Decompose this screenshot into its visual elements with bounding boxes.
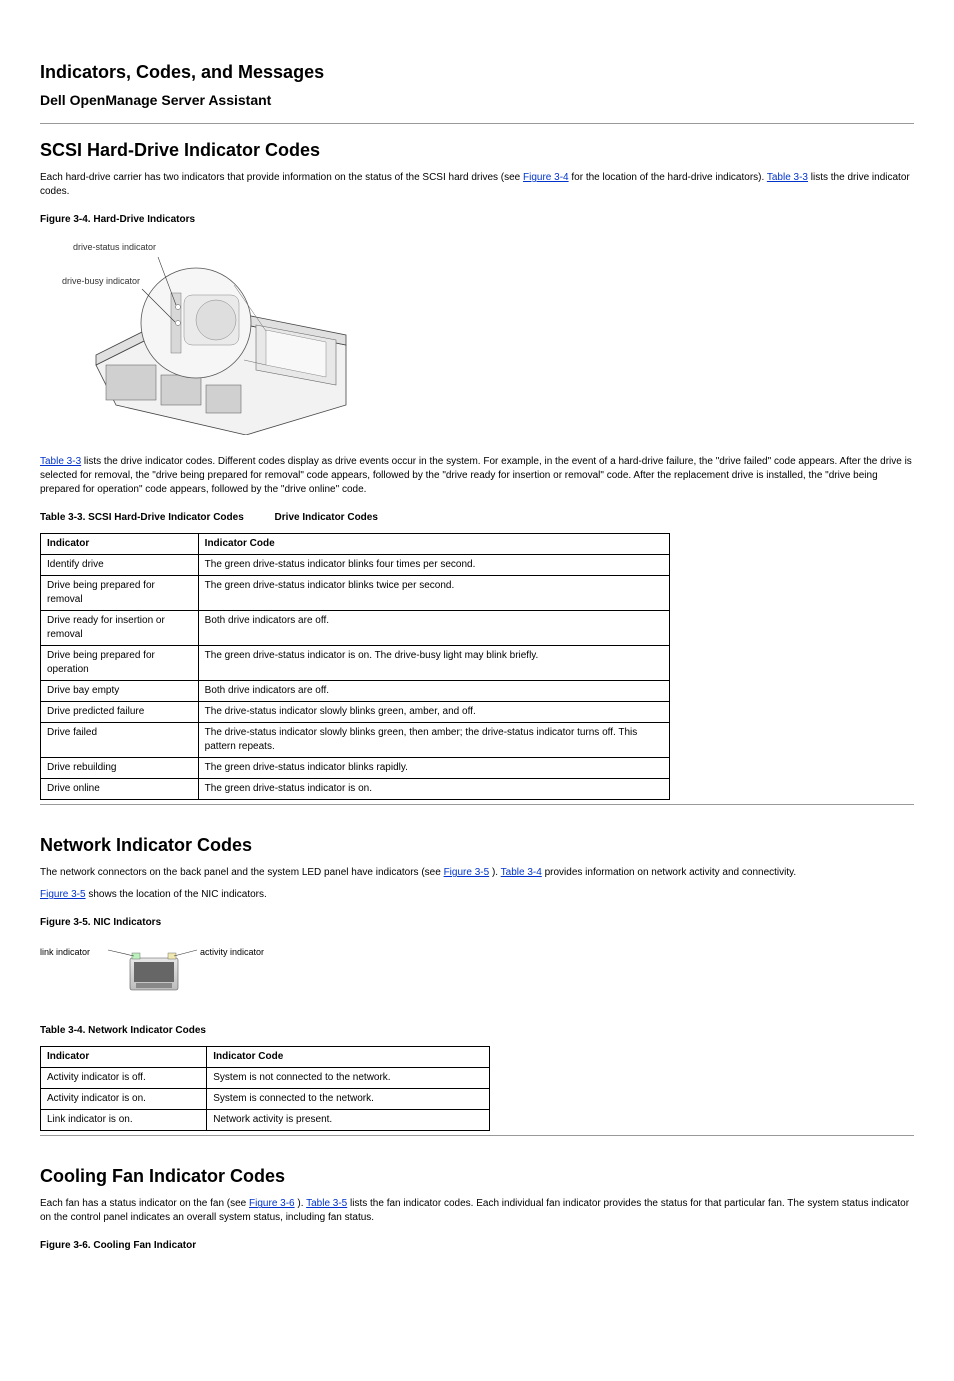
hard-drive-indicator-image: drive-status indicator drive-busy indica… <box>66 235 356 435</box>
divider <box>40 804 914 805</box>
table-header-indicator: Indicator <box>41 1047 207 1068</box>
scsi-paragraph-1: Each hard-drive carrier has two indicato… <box>40 171 914 199</box>
figure-3-5-link[interactable]: Figure 3-5 <box>444 867 490 878</box>
table-row: Drive being prepared for removalThe gree… <box>41 575 670 610</box>
table-row: Drive failedThe drive-status indicator s… <box>41 722 670 757</box>
table-header-indicator: Indicator <box>41 533 199 554</box>
section-heading-fan: Cooling Fan Indicator Codes <box>40 1164 914 1189</box>
table-row: Drive onlineThe green drive-status indic… <box>41 778 670 799</box>
table-3-3-link-2[interactable]: Table 3-3 <box>40 456 81 467</box>
section-heading-scsi: SCSI Hard-Drive Indicator Codes <box>40 138 914 163</box>
table-row: Link indicator is on.Network activity is… <box>41 1110 490 1131</box>
network-paragraph-1: The network connectors on the back panel… <box>40 866 914 880</box>
section-heading-network: Network Indicator Codes <box>40 833 914 858</box>
table-3-5-link[interactable]: Table 3-5 <box>306 1198 347 1209</box>
table-row: Activity indicator is on.System is conne… <box>41 1089 490 1110</box>
table-row: Drive predicted failureThe drive-status … <box>41 701 670 722</box>
fan-paragraph-1: Each fan has a status indicator on the f… <box>40 1197 914 1225</box>
table-header-code: Indicator Code <box>198 533 669 554</box>
text-fragment: shows the location of the NIC indicators… <box>88 889 266 900</box>
text-fragment: ). <box>492 867 501 878</box>
page-subtitle: Dell OpenManage Server Assistant <box>40 91 914 111</box>
table-3-4-caption: Table 3-4. Network Indicator Codes <box>40 1024 914 1038</box>
network-paragraph-2: Figure 3-5 shows the location of the NIC… <box>40 888 914 902</box>
figure-3-4-link[interactable]: Figure 3-4 <box>523 172 569 183</box>
drive-status-callout: drive-status indicator <box>56 241 156 254</box>
text-fragment: Each hard-drive carrier has two indicato… <box>40 172 523 183</box>
table-3-3-caption: Table 3-3. SCSI Hard-Drive Indicator Cod… <box>40 511 914 525</box>
table-3-4-link[interactable]: Table 3-4 <box>501 867 542 878</box>
figure-3-4-caption: Figure 3-4. Hard-Drive Indicators <box>40 213 914 227</box>
table-row: Drive ready for insertion or removalBoth… <box>41 610 670 645</box>
text-fragment: for the location of the hard-drive indic… <box>571 172 766 183</box>
table-row: Drive being prepared for operationThe gr… <box>41 645 670 680</box>
activity-indicator-callout: activity indicator <box>200 946 264 959</box>
table-row: Identify driveThe green drive-status ind… <box>41 554 670 575</box>
drive-busy-callout: drive-busy indicator <box>40 275 140 288</box>
table-row: Drive rebuildingThe green drive-status i… <box>41 757 670 778</box>
text-fragment: ). <box>297 1198 306 1209</box>
table-header-code: Indicator Code <box>207 1047 490 1068</box>
table-row: Drive bay emptyBoth drive indicators are… <box>41 680 670 701</box>
figure-3-5-caption: Figure 3-5. NIC Indicators <box>40 916 914 930</box>
scsi-paragraph-2: Table 3-3 lists the drive indicator code… <box>40 455 914 497</box>
table-row: Activity indicator is off.System is not … <box>41 1068 490 1089</box>
divider <box>40 123 914 124</box>
figure-3-6-link[interactable]: Figure 3-6 <box>249 1198 295 1209</box>
nic-indicator-image: link indicator activity indicator <box>40 938 290 1008</box>
figure-3-5-link-2[interactable]: Figure 3-5 <box>40 889 86 900</box>
link-indicator-callout: link indicator <box>40 946 90 959</box>
divider <box>40 1135 914 1136</box>
text-fragment: Each fan has a status indicator on the f… <box>40 1198 249 1209</box>
text-fragment: lists the drive indicator codes. Differe… <box>40 456 912 495</box>
figure-3-6-caption: Figure 3-6. Cooling Fan Indicator <box>40 1239 914 1253</box>
text-fragment: provides information on network activity… <box>545 867 797 878</box>
page-title: Indicators, Codes, and Messages <box>40 60 914 85</box>
drive-indicator-codes-table: Indicator Indicator Code Identify driveT… <box>40 533 670 800</box>
text-fragment: The network connectors on the back panel… <box>40 867 444 878</box>
table-3-3-link[interactable]: Table 3-3 <box>767 172 808 183</box>
network-indicator-codes-table: Indicator Indicator Code Activity indica… <box>40 1046 490 1131</box>
